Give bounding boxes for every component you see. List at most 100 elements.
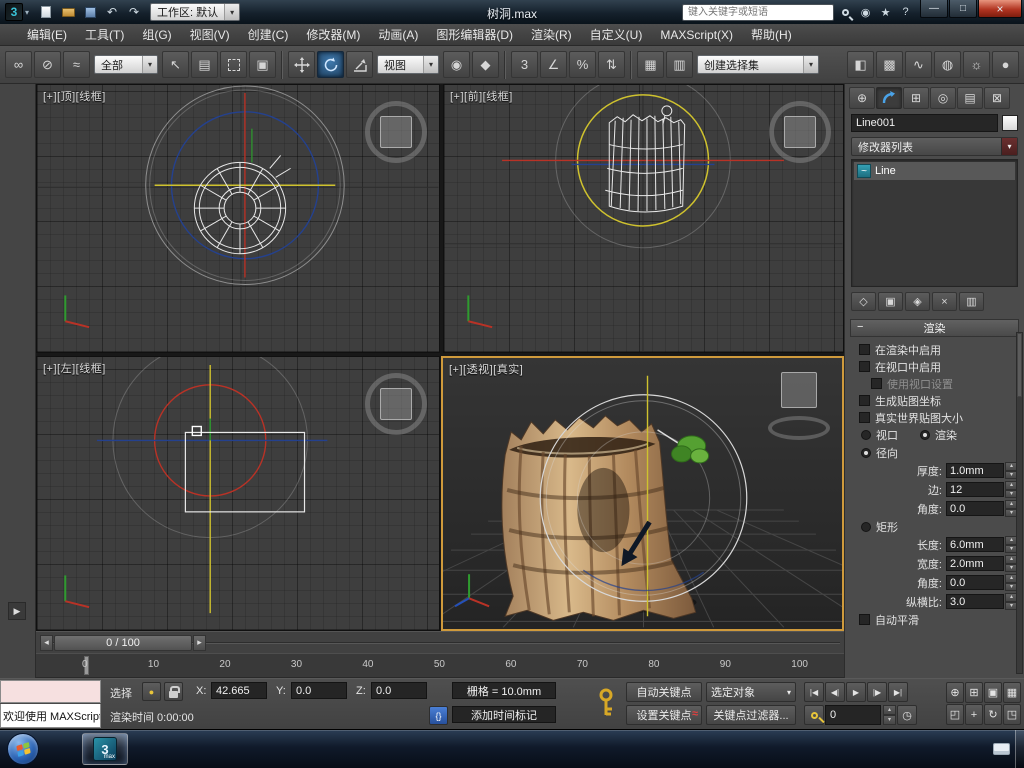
menu-help[interactable]: 帮助(H) xyxy=(742,24,801,46)
unlink-selection-button[interactable]: ⊘ xyxy=(34,51,61,78)
frame-spinner[interactable]: ▴ ▾ xyxy=(883,705,896,725)
zoom-button[interactable]: ⊕ xyxy=(946,682,964,703)
menu-graph-editors[interactable]: 图形编辑器(D) xyxy=(427,24,522,46)
z-coordinate-field[interactable]: 0.0 xyxy=(371,682,427,699)
key-mode-toggle[interactable] xyxy=(804,705,824,725)
show-end-result-button[interactable]: ▣ xyxy=(878,292,903,311)
taskbar-3dsmax-button[interactable]: 3 max xyxy=(82,733,128,765)
zoom-extents-button[interactable]: ▣ xyxy=(984,682,1002,703)
menu-group[interactable]: 组(G) xyxy=(133,24,180,46)
angle-field[interactable]: 0.0 xyxy=(946,501,1004,516)
time-step-back-button[interactable]: ◂ xyxy=(40,634,53,651)
viewcube[interactable] xyxy=(769,101,831,163)
menu-modifiers[interactable]: 修改器(M) xyxy=(297,24,369,46)
object-color-swatch[interactable] xyxy=(1002,115,1018,131)
checkbox-generate-mapping-coords[interactable]: 生成贴图坐标 xyxy=(847,392,1022,409)
viewcube[interactable] xyxy=(365,101,427,163)
checkbox-enable-in-renderer[interactable]: 在渲染中启用 xyxy=(847,341,1022,358)
panel-scrollbar[interactable] xyxy=(1016,332,1023,674)
aspect-field[interactable]: 3.0 xyxy=(946,594,1004,609)
menu-animation[interactable]: 动画(A) xyxy=(369,24,427,46)
maximize-viewport-toggle[interactable]: ◳ xyxy=(1003,704,1021,725)
spinner-down-icon[interactable]: ▾ xyxy=(883,715,896,725)
viewport-front-label[interactable]: [+][前][线框] xyxy=(450,88,513,104)
zoom-region-button[interactable]: ◰ xyxy=(946,704,964,725)
time-step-forward-button[interactable]: ▸ xyxy=(193,634,206,651)
spinner-snap-button[interactable]: ⇅ xyxy=(598,51,625,78)
radio-viewport[interactable] xyxy=(861,430,871,440)
previous-frame-button[interactable]: ◀| xyxy=(825,682,845,702)
maxscript-mini-listener[interactable]: 欢迎使用 MAXScript xyxy=(0,704,101,728)
percent-snap-button[interactable]: % xyxy=(569,51,596,78)
selection-region-button[interactable] xyxy=(220,51,247,78)
application-menu-button[interactable]: 3 ▾ xyxy=(2,1,32,23)
menu-customize[interactable]: 自定义(U) xyxy=(581,24,652,46)
edit-named-selection-sets-button[interactable]: ▥ xyxy=(666,51,693,78)
stack-item-line[interactable]: ~ Line xyxy=(854,162,1015,180)
width-field[interactable]: 2.0mm xyxy=(946,556,1004,571)
select-object-button[interactable]: ↖ xyxy=(162,51,189,78)
radio-rectangular[interactable] xyxy=(861,521,871,532)
redo-button[interactable]: ↷ xyxy=(124,2,144,22)
play-button[interactable]: ▶ xyxy=(846,682,866,702)
track-bar[interactable]: 0 10 20 30 40 50 60 70 80 90 100 xyxy=(36,653,844,678)
menu-create[interactable]: 创建(C) xyxy=(239,24,298,46)
show-desktop-button[interactable] xyxy=(1015,730,1024,768)
time-configuration-button[interactable]: ◷ xyxy=(897,705,917,725)
next-frame-button[interactable]: |▶ xyxy=(867,682,887,702)
angle-snap-button[interactable]: ∠ xyxy=(540,51,567,78)
viewport-left-label[interactable]: [+][左][线框] xyxy=(43,360,106,376)
viewcube[interactable] xyxy=(768,372,830,440)
set-key-button[interactable]: 设置关键点 xyxy=(626,705,702,725)
workspace-dropdown[interactable]: 工作区: 默认 ▾ xyxy=(150,3,241,21)
angle2-field[interactable]: 0.0 xyxy=(946,575,1004,590)
object-name-field[interactable]: Line001 xyxy=(851,114,998,132)
rendering-rollout-header[interactable]: − 渲染 xyxy=(850,319,1019,337)
start-button[interactable] xyxy=(7,733,39,765)
window-crossing-toggle[interactable]: ▣ xyxy=(249,51,276,78)
keyboard-override-toggle[interactable]: ▦ xyxy=(637,51,664,78)
modifier-stack[interactable]: ~ Line xyxy=(851,159,1018,287)
select-and-rotate-button[interactable] xyxy=(317,51,344,78)
set-keys-button[interactable] xyxy=(596,687,616,722)
selection-filter-dropdown[interactable]: 全部 ▾ xyxy=(94,55,158,74)
viewport-front[interactable]: [+][前][线框] xyxy=(443,84,844,353)
viewport-top-label[interactable]: [+][顶][线框] xyxy=(43,88,106,104)
maxscript-mini-listener-macro[interactable] xyxy=(0,680,101,703)
make-unique-button[interactable]: ◈ xyxy=(905,292,930,311)
mirror-button[interactable]: ◧ xyxy=(847,51,874,78)
open-file-button[interactable] xyxy=(58,2,78,22)
grid-setting-display[interactable]: 栅格 = 10.0mm xyxy=(452,682,556,699)
reference-coordinate-dropdown[interactable]: 视图 ▾ xyxy=(377,55,439,74)
menu-views[interactable]: 视图(V) xyxy=(181,24,239,46)
save-file-button[interactable] xyxy=(80,2,100,22)
modifier-list-dropdown[interactable]: 修改器列表 ▾ xyxy=(851,137,1018,156)
go-to-end-button[interactable]: ▶| xyxy=(888,682,908,702)
close-button[interactable]: × xyxy=(978,0,1022,18)
tab-motion[interactable]: ◎ xyxy=(930,87,956,109)
curve-editor-button[interactable]: ∿ xyxy=(905,51,932,78)
align-button[interactable]: ▩ xyxy=(876,51,903,78)
tab-modify[interactable] xyxy=(876,87,902,109)
use-pivot-center-button[interactable]: ◉ xyxy=(443,51,470,78)
length-field[interactable]: 6.0mm xyxy=(946,537,1004,552)
checkbox-use-viewport-settings[interactable]: 使用视口设置 xyxy=(847,375,1022,392)
viewcube[interactable] xyxy=(365,373,427,435)
auto-key-button[interactable]: 自动关键点 xyxy=(626,682,702,702)
expand-panel-button[interactable]: ▶ xyxy=(8,602,26,620)
search-icon[interactable] xyxy=(837,4,854,21)
orbit-button[interactable]: ↻ xyxy=(984,704,1002,725)
pan-button[interactable]: + xyxy=(965,704,983,725)
remove-modifier-button[interactable]: × xyxy=(932,292,957,311)
x-coordinate-field[interactable]: 42.665 xyxy=(211,682,267,699)
key-filter-selection-dropdown[interactable]: 选定对象 ▾ xyxy=(706,682,796,702)
menu-edit[interactable]: 编辑(E) xyxy=(18,24,76,46)
radio-radial[interactable] xyxy=(861,447,871,458)
go-to-start-button[interactable]: |◀ xyxy=(804,682,824,702)
current-frame-field[interactable]: 0 xyxy=(825,705,881,725)
isolate-selection-toggle[interactable]: ● xyxy=(142,682,161,701)
time-slider-bar[interactable]: ◂ 0 / 100 ▸ xyxy=(36,631,844,653)
select-and-link-button[interactable]: ∞ xyxy=(5,51,32,78)
zoom-extents-all-button[interactable]: ▦ xyxy=(1003,682,1021,703)
menu-rendering[interactable]: 渲染(R) xyxy=(522,24,581,46)
